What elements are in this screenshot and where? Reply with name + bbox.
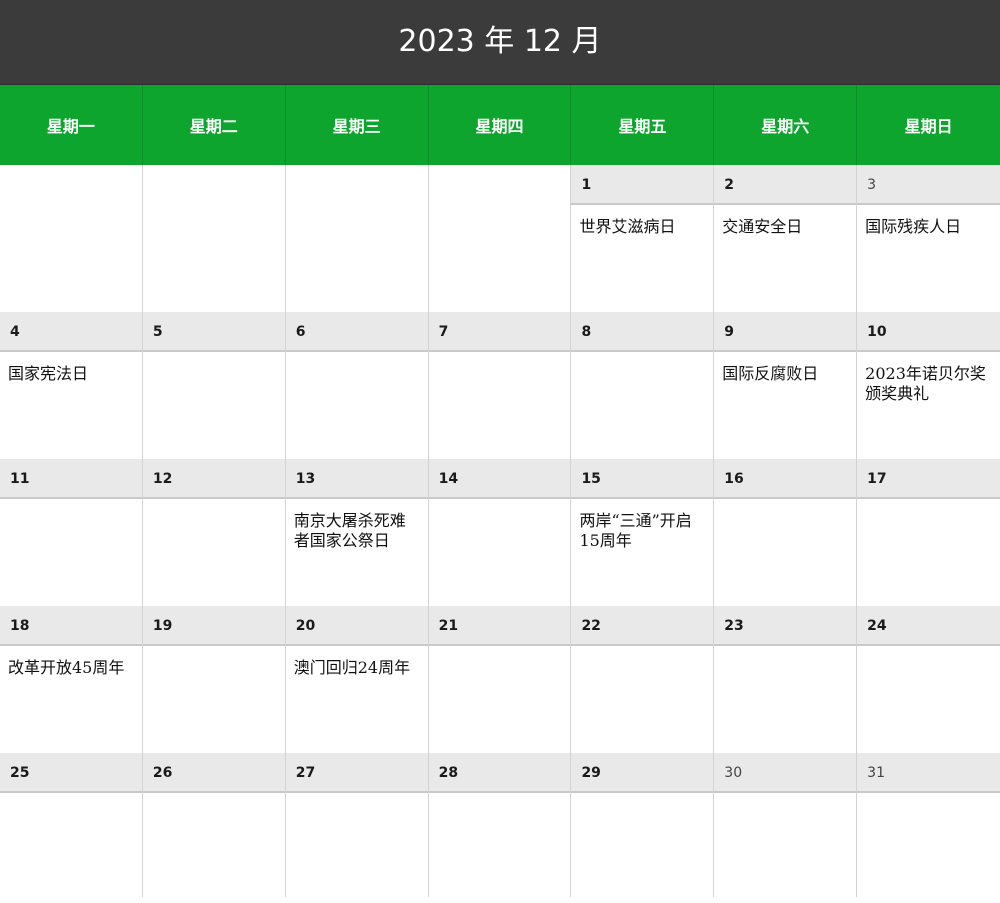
day-number[interactable]: 30 <box>714 753 858 793</box>
day-number <box>428 165 572 205</box>
day-cell[interactable] <box>286 352 429 459</box>
calendar-week: 18 19 20 21 22 23 24 改革开放45周年 澳门回归24周年 <box>0 606 1000 753</box>
weekday-saturday: 星期六 <box>714 85 858 165</box>
calendar-week: 4 5 6 7 8 9 10 国家宪法日 国际反腐败日 2023年诺贝尔奖颁奖典… <box>0 312 1000 459</box>
day-number[interactable]: 11 <box>0 459 143 499</box>
day-cell[interactable] <box>714 499 858 606</box>
weekday-header: 星期一 星期二 星期三 星期四 星期五 星期六 星期日 <box>0 85 1000 165</box>
day-number[interactable]: 15 <box>571 459 715 499</box>
day-cell[interactable] <box>571 793 715 897</box>
day-number <box>0 165 143 205</box>
day-event[interactable]: 改革开放45周年 <box>0 646 143 753</box>
day-cell[interactable] <box>429 499 572 606</box>
day-event[interactable]: 世界艾滋病日 <box>571 205 715 312</box>
day-number-row: 18 19 20 21 22 23 24 <box>0 606 1000 646</box>
day-number[interactable]: 12 <box>143 459 286 499</box>
day-number[interactable]: 26 <box>143 753 286 793</box>
day-cell[interactable] <box>571 352 715 459</box>
day-number[interactable]: 22 <box>571 606 715 646</box>
day-number <box>285 165 429 205</box>
day-cell[interactable] <box>571 646 715 753</box>
day-event-row: 世界艾滋病日 交通安全日 国际残疾人日 <box>0 205 1000 312</box>
day-cell[interactable] <box>857 793 1000 897</box>
day-cell[interactable] <box>429 646 572 753</box>
day-event[interactable]: 澳门回归24周年 <box>286 646 429 753</box>
day-cell[interactable] <box>0 499 143 606</box>
day-number[interactable]: 1 <box>571 165 715 205</box>
calendar-week: 25 26 27 28 29 30 31 <box>0 753 1000 897</box>
day-cell[interactable] <box>143 499 286 606</box>
weekday-monday: 星期一 <box>0 85 143 165</box>
calendar-title: 2023 年 12 月 <box>0 0 1000 85</box>
day-number[interactable]: 21 <box>429 606 572 646</box>
day-cell[interactable] <box>429 793 572 897</box>
weekday-tuesday: 星期二 <box>143 85 286 165</box>
day-cell[interactable] <box>286 205 429 312</box>
day-number <box>142 165 286 205</box>
calendar-grid: 1 2 3 世界艾滋病日 交通安全日 国际残疾人日 4 5 6 7 8 9 10… <box>0 165 1000 897</box>
day-number[interactable]: 10 <box>857 312 1000 352</box>
day-cell[interactable] <box>857 646 1000 753</box>
day-number[interactable]: 4 <box>0 312 143 352</box>
day-number[interactable]: 23 <box>714 606 858 646</box>
day-cell[interactable] <box>0 793 143 897</box>
day-number[interactable]: 17 <box>857 459 1000 499</box>
day-cell[interactable] <box>143 793 286 897</box>
day-event-row: 国家宪法日 国际反腐败日 2023年诺贝尔奖颁奖典礼 <box>0 352 1000 459</box>
day-number-row: 1 2 3 <box>0 165 1000 205</box>
day-cell[interactable] <box>143 352 286 459</box>
day-cell[interactable] <box>429 352 572 459</box>
day-event[interactable]: 国际反腐败日 <box>714 352 858 459</box>
day-cell[interactable] <box>429 205 572 312</box>
calendar-week: 11 12 13 14 15 16 17 南京大屠杀死难者国家公祭日 两岸“三通… <box>0 459 1000 606</box>
day-number[interactable]: 31 <box>857 753 1000 793</box>
day-number[interactable]: 28 <box>429 753 572 793</box>
day-number[interactable]: 7 <box>429 312 572 352</box>
day-number[interactable]: 16 <box>714 459 858 499</box>
day-event[interactable]: 交通安全日 <box>714 205 858 312</box>
day-number-row: 25 26 27 28 29 30 31 <box>0 753 1000 793</box>
day-number[interactable]: 25 <box>0 753 143 793</box>
day-number[interactable]: 20 <box>286 606 429 646</box>
day-number-row: 11 12 13 14 15 16 17 <box>0 459 1000 499</box>
day-number[interactable]: 27 <box>286 753 429 793</box>
day-event[interactable]: 国家宪法日 <box>0 352 143 459</box>
day-number-row: 4 5 6 7 8 9 10 <box>0 312 1000 352</box>
day-cell[interactable] <box>857 499 1000 606</box>
day-number[interactable]: 18 <box>0 606 143 646</box>
day-number[interactable]: 14 <box>429 459 572 499</box>
day-number[interactable]: 19 <box>143 606 286 646</box>
day-number[interactable]: 29 <box>571 753 715 793</box>
day-number[interactable]: 2 <box>714 165 858 205</box>
day-cell[interactable] <box>286 793 429 897</box>
day-cell[interactable] <box>143 646 286 753</box>
calendar-week: 1 2 3 世界艾滋病日 交通安全日 国际残疾人日 <box>0 165 1000 312</box>
day-number[interactable]: 6 <box>286 312 429 352</box>
day-event-row <box>0 793 1000 897</box>
day-cell[interactable] <box>714 646 858 753</box>
day-cell[interactable] <box>143 205 286 312</box>
day-event-row: 南京大屠杀死难者国家公祭日 两岸“三通”开启15周年 <box>0 499 1000 606</box>
day-number[interactable]: 5 <box>143 312 286 352</box>
day-number[interactable]: 9 <box>714 312 858 352</box>
weekday-thursday: 星期四 <box>429 85 572 165</box>
day-number[interactable]: 8 <box>571 312 715 352</box>
weekday-friday: 星期五 <box>571 85 715 165</box>
weekday-wednesday: 星期三 <box>286 85 429 165</box>
day-event[interactable]: 两岸“三通”开启15周年 <box>571 499 715 606</box>
day-event[interactable]: 国际残疾人日 <box>857 205 1000 312</box>
day-cell[interactable] <box>0 205 143 312</box>
day-number[interactable]: 3 <box>857 165 1000 205</box>
day-cell[interactable] <box>714 793 858 897</box>
day-number[interactable]: 13 <box>286 459 429 499</box>
day-event-row: 改革开放45周年 澳门回归24周年 <box>0 646 1000 753</box>
day-number[interactable]: 24 <box>857 606 1000 646</box>
weekday-sunday: 星期日 <box>904 117 953 136</box>
day-event[interactable]: 南京大屠杀死难者国家公祭日 <box>286 499 429 606</box>
day-event[interactable]: 2023年诺贝尔奖颁奖典礼 <box>857 352 1000 459</box>
